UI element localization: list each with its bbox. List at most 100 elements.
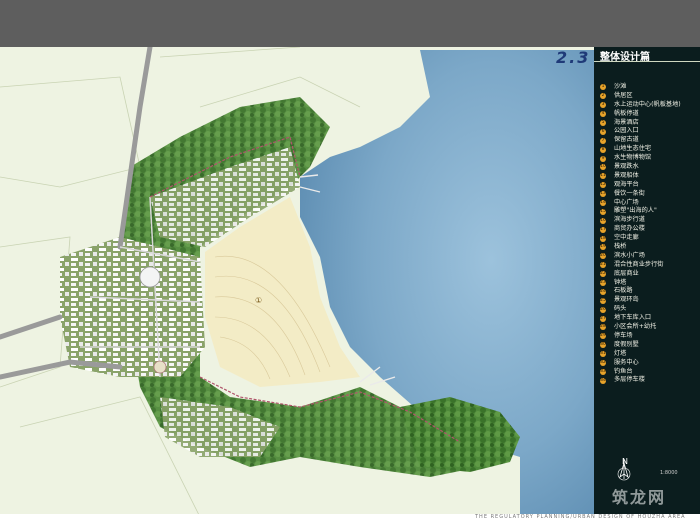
scale-label: 1:8000 [660,470,678,476]
legend-number-icon: 19 [600,244,606,251]
beach-marker: ① [255,296,262,305]
legend-label: 服务中心 [614,358,639,366]
legend-label: 沙滩 [614,83,627,90]
legend-label: 水生物博物馆 [614,154,652,162]
landscape-roundabout [153,360,167,374]
legend-item: 21 混合性商业步行街 [600,261,696,270]
legend-item: 31 灯塔 [600,350,696,359]
legend-item: 28 小区会所+幼托 [600,323,696,332]
legend-number-icon: 10 [600,164,606,171]
legend-number-icon: 23 [600,280,606,287]
legend-item: 3 水上运动中心(帆板基地) [600,101,696,110]
legend-label: 观海平台 [614,180,639,188]
legend-number-icon: 13 [600,191,606,198]
legend-item: 17 商贸办公楼 [600,225,696,234]
legend-number-icon: 30 [600,342,606,349]
watermark-logo: 筑龙网 [612,488,667,507]
legend-item: 30 度假别墅 [600,341,696,350]
legend-item: 5 海景酒店 [600,119,696,128]
legend-number-icon: 27 [600,315,606,322]
legend-label: 商贸办公楼 [614,225,645,233]
legend-number-icon: 31 [600,351,606,358]
legend-label: 小区会所+幼托 [614,323,657,331]
legend-item: 26 码头 [600,305,696,314]
legend-item: 10 景观跌水 [600,163,696,172]
legend-number-icon: 12 [600,182,606,189]
legend-number-icon: 21 [600,262,606,269]
legend-item: 7 保留古道 [600,136,696,145]
master-plan-sheet: ① THE REGULATORY PLANNING/URBAN DESIGN O… [0,0,700,522]
legend-label: 空中走廊 [614,234,639,242]
legend-label: 栈桥 [614,243,627,251]
legend-label: 码头 [614,305,627,313]
legend-number-icon: 28 [600,324,606,331]
legend-label: 景观环岛 [614,296,639,304]
legend-number-icon: 9 [600,155,606,162]
legend-item: 16 滨海步行道 [600,216,696,225]
legend-item: 1 沙滩 [600,83,696,92]
legend-label: 帆板停道 [614,109,639,117]
legend-item: 11 景观船体 [600,172,696,181]
legend-label: 滨海步行道 [614,216,645,224]
legend-item: 4 帆板停道 [600,110,696,119]
legend-number-icon: 34 [600,377,606,384]
legend-item: 25 景观环岛 [600,296,696,305]
legend-item: 20 滨水小广场 [600,252,696,261]
legend-label: 灯塔 [614,349,627,357]
legend-number-icon: 32 [600,360,606,367]
legend-number-icon: 2 [600,93,606,100]
legend-item: 27 地下车库入口 [600,314,696,323]
legend-item: 34 多层停车楼 [600,376,696,385]
legend-number-icon: 16 [600,217,606,224]
legend-number-icon: 18 [600,235,606,242]
legend-item: 18 空中走廊 [600,234,696,243]
legend-label: 保留古道 [614,136,639,144]
header-band [0,0,700,47]
legend-label: 度假别墅 [614,340,639,348]
legend-number-icon: 11 [600,173,606,180]
central-plaza [139,266,161,288]
legend-item: 29 停车场 [600,332,696,341]
legend-item: 2 供居区 [600,92,696,101]
legend-item: 22 底层商业 [600,270,696,279]
legend-number-icon: 33 [600,368,606,375]
legend-number-icon: 17 [600,226,606,233]
legend-label: 供居区 [614,91,633,99]
legend-item: 19 栈桥 [600,243,696,252]
legend-label: 底层商业 [614,269,639,277]
section-number: 2.3 [556,48,591,67]
legend-label: 海景酒店 [614,118,639,126]
legend-item: 13 餐饮一条街 [600,190,696,199]
legend-number-icon: 15 [600,208,606,215]
legend-number-icon: 14 [600,200,606,207]
legend-divider [594,61,700,62]
legend-item: 6 公园入口 [600,127,696,136]
legend-number-icon: 8 [600,146,606,153]
legend-item: 8 山地生态住宅 [600,145,696,154]
legend-label: 多层停车楼 [614,376,645,384]
legend-number-icon: 3 [600,102,606,109]
legend-number-icon: 24 [600,288,606,295]
footer-caption: THE REGULATORY PLANNING/URBAN DESIGN OF … [475,514,686,520]
legend-item: 9 水生物博物馆 [600,154,696,163]
legend-item: 32 服务中心 [600,359,696,368]
compass-north-label: N [622,457,628,466]
legend-number-icon: 5 [600,120,606,126]
legend-label: 滨水小广场 [614,251,645,259]
legend-number-icon: 4 [600,111,606,118]
legend-number-icon: 26 [600,306,606,313]
legend-list: 1 沙滩 2 供居区 3 水上运动中心(帆板基地) 4 帆板停道 5 海景酒店 6 公园入口 7 保留古道… [600,83,696,385]
legend-number-icon: 1 [600,84,606,91]
legend-label: 地下车库入口 [614,314,652,322]
legend-number-icon: 25 [600,297,606,304]
legend-label: 停车场 [614,331,633,339]
legend-label: 餐饮一条街 [614,189,645,197]
legend-number-icon: 22 [600,271,606,278]
legend-label: 混合性商业步行街 [614,260,664,268]
legend-item: 12 观海平台 [600,181,696,190]
legend-number-icon: 29 [600,333,606,340]
legend-label: 山地生态住宅 [614,145,652,153]
legend-label: 景观船体 [614,171,639,179]
legend-number-icon: 7 [600,137,606,144]
legend-label: 景观跌水 [614,163,639,171]
